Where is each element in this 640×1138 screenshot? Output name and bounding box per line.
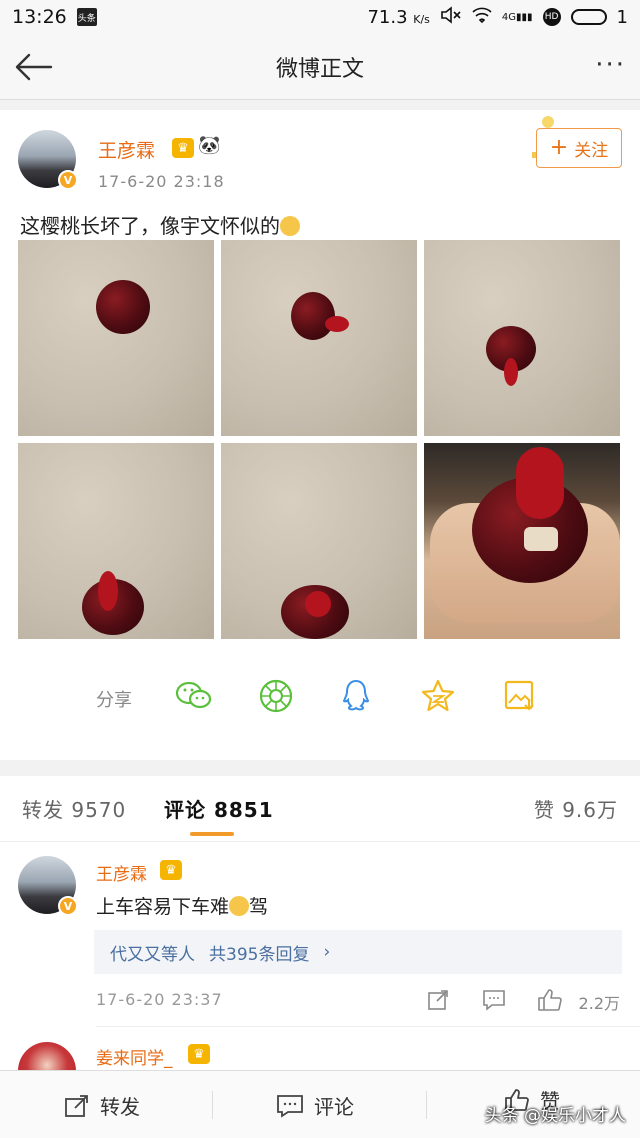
post-photo[interactable] [18, 240, 214, 436]
comment-time: 17-6-20 23:37 [96, 990, 223, 1009]
author-name[interactable]: 王彦霖 [98, 136, 155, 163]
commenter-avatar[interactable]: V [18, 856, 78, 916]
tab-comments[interactable]: 评论 8851 [164, 794, 274, 823]
qq-icon[interactable] [336, 676, 376, 716]
comment-like-count: 2.2万 [578, 994, 620, 1013]
hd-icon: HD [542, 8, 561, 26]
tabs-bar: 转发 9570 评论 8851 赞 9.6万 [0, 776, 640, 842]
vip-crown-icon: ♛ [160, 860, 182, 880]
verified-badge-icon: V [58, 896, 78, 916]
commenter-avatar[interactable] [18, 1042, 76, 1070]
vip-crown-icon: ♛ [172, 138, 194, 158]
comment-repost-button[interactable] [424, 986, 452, 1014]
network-speed: 71.3 K/s [367, 6, 430, 28]
post-card: V 王彦霖 ♛ 🐼 17-6-20 23:18 + 关注 这樱桃长坏了，像宇文怀… [0, 110, 640, 760]
wifi-icon [472, 6, 492, 29]
repost-icon [65, 1094, 88, 1117]
author-avatar[interactable]: V [18, 130, 78, 190]
sunglasses-emoji-icon [229, 896, 250, 916]
reply-count: 共395条回复 [209, 944, 310, 965]
more-button[interactable]: ··· [595, 52, 626, 78]
post-photo[interactable] [424, 443, 620, 639]
bottom-action-bar: 转发 评论 赞 头条 @娱乐小才人 [0, 1070, 640, 1138]
page-title: 微博正文 [275, 56, 364, 82]
commenter-name[interactable]: 王彦霖 [96, 860, 147, 885]
vip-crown-icon: ♛ [188, 1044, 210, 1064]
comment-like-button[interactable] [536, 986, 564, 1014]
tab-repost[interactable]: 转发 9570 [22, 794, 126, 823]
post-text: 这樱桃长坏了，像宇文怀似的 [20, 210, 300, 239]
plus-icon: + [549, 135, 569, 160]
toutiao-app-icon: 头条 [76, 8, 97, 26]
post-photo[interactable] [221, 443, 417, 639]
comment-icon [483, 990, 505, 1011]
post-photo[interactable] [221, 240, 417, 436]
comment-icon [277, 1094, 303, 1118]
follow-button[interactable]: + 关注 [536, 128, 622, 168]
post-time: 17-6-20 23:18 [98, 172, 225, 191]
reply-preview[interactable]: 代又又等人 共395条回复 › [94, 930, 622, 974]
tab-likes[interactable]: 赞 9.6万 [534, 794, 618, 823]
thumbs-up-icon [538, 989, 562, 1011]
share-label: 分享 [96, 690, 132, 711]
comment-reply-button[interactable] [480, 986, 508, 1014]
repost-button[interactable]: 转发 [64, 1091, 140, 1120]
status-time: 13:26 [12, 6, 67, 28]
post-photo[interactable] [18, 443, 214, 639]
commenter-name[interactable]: 姜来同学_ [96, 1044, 173, 1069]
bottom-separator [426, 1091, 427, 1119]
chevron-right-icon: › [323, 942, 331, 962]
active-tab-indicator [190, 832, 234, 836]
back-arrow-icon [15, 53, 53, 81]
repost-label: 转发 [100, 1095, 140, 1119]
reply-users: 代又又等人 [110, 944, 195, 965]
moments-icon[interactable] [256, 676, 296, 716]
nav-bar: 微博正文 ··· [0, 34, 640, 100]
battery-icon [570, 9, 607, 25]
comment-button[interactable]: 评论 [276, 1091, 354, 1120]
save-image-icon[interactable] [500, 676, 540, 716]
follow-label: 关注 [574, 140, 609, 161]
verified-badge-icon: V [58, 170, 78, 190]
share-row: 分享 [0, 670, 640, 730]
back-button[interactable] [12, 48, 54, 86]
watermark: 头条 @娱乐小才人 [484, 1106, 626, 1126]
mute-icon [440, 5, 462, 29]
repost-icon [428, 990, 448, 1010]
status-bar: 13:26 头条 71.3 K/s 4G▮▮▮ HD 1 [0, 0, 640, 34]
comment-list: V 王彦霖 ♛ 上车容易下车难驾 代又又等人 共395条回复 › 17-6-20… [0, 842, 640, 1070]
sad-emoji-icon [280, 216, 300, 236]
comment-label: 评论 [314, 1095, 354, 1119]
post-photo[interactable] [424, 240, 620, 436]
signal-icon: 4G▮▮▮ [501, 11, 533, 23]
qzone-icon[interactable] [418, 676, 458, 716]
battery-level: 1 [616, 6, 628, 28]
wechat-icon[interactable] [174, 676, 214, 716]
panda-icon: 🐼 [198, 135, 221, 156]
comment-divider [96, 1026, 640, 1027]
comment-text: 上车容易下车难驾 [96, 896, 269, 918]
bottom-separator [212, 1091, 213, 1119]
